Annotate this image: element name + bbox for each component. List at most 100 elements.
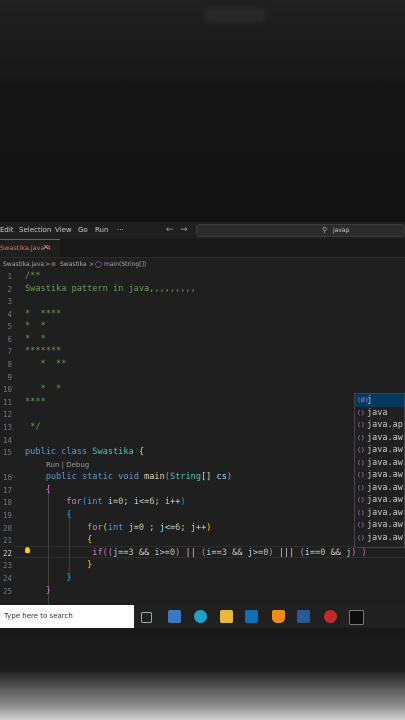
code-line-6: * * — [25, 334, 46, 344]
back-arrow-icon[interactable]: ← — [166, 225, 174, 235]
code-line-4: * **** — [25, 309, 62, 319]
blurred-shape — [205, 8, 265, 22]
package-icon: () — [357, 458, 365, 467]
package-icon: () — [357, 496, 365, 504]
codelens-run-debug[interactable]: Run | Debug — [46, 461, 89, 469]
suggestion-item[interactable]: () java.aw — [355, 432, 404, 445]
menu-view[interactable]: View — [55, 226, 72, 234]
code-line-2: Swastika pattern in java,,,,,,,,, — [25, 284, 196, 294]
command-center[interactable]: ⚲ javap — [196, 224, 405, 237]
code-line-25: } — [45, 586, 51, 596]
suggestion-item[interactable]: () java.aw — [355, 519, 404, 532]
line-number: 19 — [2, 511, 12, 520]
code-line-19: { — [66, 510, 72, 520]
code-editor[interactable]: 1 2 3 4 5 6 7 8 9 10 11 12 13 14 15 16 1… — [0, 270, 405, 605]
breadcrumb-method[interactable]: main(String[]) — [104, 261, 146, 268]
search-icon: ⚲ — [322, 226, 328, 234]
blurred-background-bottom — [0, 628, 405, 720]
edge-browser-icon[interactable] — [194, 610, 207, 623]
line-number: 8 — [7, 360, 12, 369]
package-icon: () — [357, 508, 365, 517]
code-line-5: * * — [25, 321, 46, 331]
line-number: 1 — [7, 272, 12, 281]
word-icon[interactable] — [297, 610, 310, 623]
code-line-22: if((j==3 && i>=0) || (i==3 && j>=0) ||| … — [92, 548, 367, 558]
forward-arrow-icon[interactable]: → — [180, 225, 188, 235]
line-number: 11 — [2, 398, 12, 407]
package-icon: () — [357, 421, 365, 429]
line-number: 21 — [2, 536, 12, 545]
line-number: 4 — [7, 310, 12, 319]
menu-more[interactable]: ··· — [117, 226, 124, 234]
line-number: 9 — [7, 373, 12, 382]
suggestion-item[interactable]: () java — [355, 407, 404, 420]
package-icon: () — [357, 483, 365, 492]
menu-go[interactable]: Go — [78, 226, 88, 234]
menu-selection[interactable]: Selection — [19, 226, 51, 234]
vscode-icon[interactable] — [245, 610, 258, 623]
suggestion-item[interactable]: () java.aw — [355, 532, 404, 545]
command-center-text: javap — [333, 227, 350, 234]
line-number: 14 — [2, 436, 12, 445]
file-explorer-icon[interactable] — [220, 610, 233, 623]
line-number-gutter: 1 2 3 4 5 6 7 8 9 10 11 12 13 14 15 16 1… — [0, 270, 14, 605]
close-icon[interactable]: × — [43, 243, 49, 251]
tab-bar: Swastika.java 4 × — [0, 239, 405, 258]
calculator-icon[interactable] — [168, 610, 181, 623]
line-number: 7 — [7, 347, 12, 356]
line-number: 3 — [7, 297, 12, 306]
taskbar-search[interactable]: Type here to search — [0, 605, 134, 628]
autocomplete-suggestions[interactable]: (Ø) j () java () java.ap () java.aw () java.a… — [354, 393, 405, 548]
line-number: 20 — [2, 524, 12, 533]
code-line-11: **** — [25, 397, 46, 407]
code-line-13: */ — [25, 422, 41, 432]
suggestion-item[interactable]: (Ø) j — [355, 394, 404, 407]
code-line-17: { — [45, 485, 51, 495]
suggestion-item[interactable]: () java.aw — [355, 469, 404, 482]
vlc-icon[interactable] — [272, 610, 285, 623]
breadcrumb: Swastika.java > ⊗ Swastika > ◯ main(Stri… — [0, 258, 405, 270]
menu-run[interactable]: Run — [95, 226, 108, 234]
suggestion-item[interactable]: () java.ap — [355, 419, 404, 432]
package-icon: () — [357, 408, 365, 417]
breadcrumb-class[interactable]: Swastika — [60, 261, 87, 268]
code-line-20: for(int j=0 ; j<=6; j++) — [87, 523, 212, 533]
suggestion-item[interactable]: () java.aw — [355, 482, 404, 495]
line-number: 2 — [7, 285, 12, 294]
line-number: 10 — [2, 385, 12, 394]
menu-edit[interactable]: Edit — [0, 226, 14, 234]
suggestion-item[interactable]: () java.aw — [355, 457, 404, 470]
line-number: 15 — [2, 448, 12, 457]
code-line-18: for(int i=0; i<=6; i++) — [66, 497, 186, 507]
code-line-1: /** — [25, 271, 41, 281]
breadcrumb-separator: > — [45, 261, 51, 268]
method-icon: ◯ — [95, 261, 102, 268]
breadcrumb-file[interactable]: Swastika.java — [3, 261, 44, 268]
class-icon: ⊗ — [51, 261, 57, 268]
line-number: 16 — [2, 473, 12, 482]
terminal-icon[interactable] — [349, 610, 364, 625]
suggestion-item[interactable]: () java.aw — [355, 494, 404, 507]
line-number-current: 22 — [2, 549, 12, 558]
taskbar-search-placeholder: Type here to search — [4, 612, 73, 620]
line-number: 17 — [2, 486, 12, 495]
line-number: 5 — [7, 322, 12, 331]
line-number: 6 — [7, 335, 12, 344]
line-number: 23 — [2, 561, 12, 570]
task-view-icon[interactable] — [141, 612, 152, 623]
tab-swastika-java[interactable]: Swastika.java 4 × — [0, 239, 60, 257]
code-line-15: public class Swastika { — [25, 447, 145, 457]
package-icon: () — [357, 446, 365, 454]
breadcrumb-separator: > — [89, 261, 95, 268]
suggestion-item[interactable]: () java.aw — [355, 507, 404, 520]
package-icon: () — [357, 471, 365, 479]
package-icon: () — [357, 433, 365, 442]
line-number: 13 — [2, 423, 12, 432]
code-line-16: public static void main(String[] cs) — [45, 472, 233, 482]
app-icon[interactable] — [324, 610, 337, 623]
code-line-23: } — [87, 560, 93, 570]
package-icon: () — [357, 521, 365, 529]
line-number: 12 — [2, 410, 12, 419]
package-icon: () — [357, 533, 365, 542]
suggestion-item[interactable]: () java.aw — [355, 444, 404, 457]
